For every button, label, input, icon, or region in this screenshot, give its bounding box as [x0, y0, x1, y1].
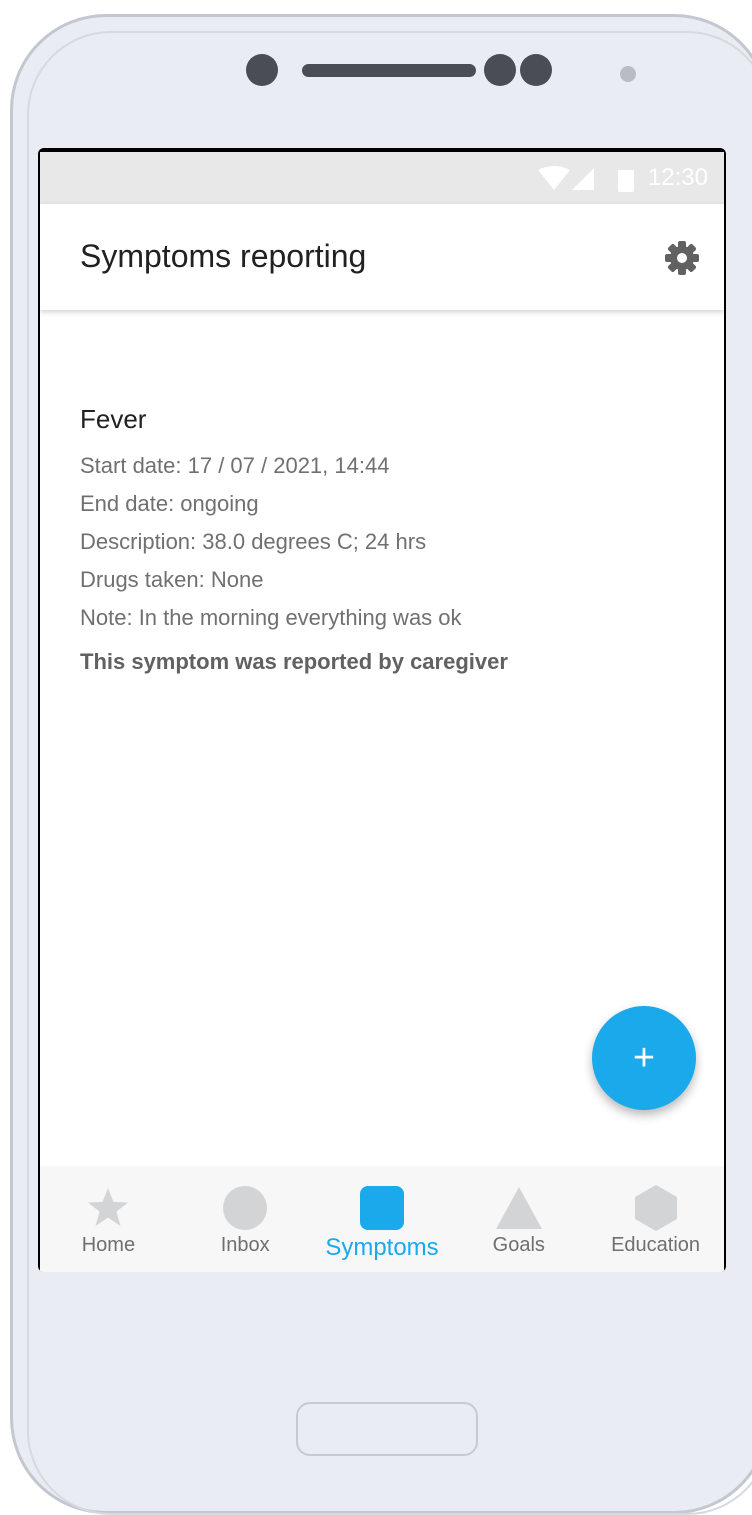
nav-label-home: Home [81, 1234, 136, 1256]
signal-icon [572, 168, 594, 190]
app-content: Symptoms reporting Fever Start date: 17 … [40, 204, 724, 1272]
settings-button[interactable] [662, 240, 702, 276]
symptom-start-date: Start date: 17 / 07 / 2021, 14:44 [80, 453, 390, 478]
symptom-note: Note: In the morning everything was ok [80, 605, 462, 630]
nav-item-inbox[interactable]: Inbox [177, 1166, 314, 1272]
battery-icon [618, 170, 634, 192]
front-sensor-right [520, 54, 552, 86]
status-time: 12:30 [647, 164, 708, 191]
nav-label-symptoms: Symptoms [325, 1234, 439, 1261]
front-camera [246, 54, 278, 86]
status-icons [538, 166, 634, 192]
hardware-home-button[interactable] [296, 1402, 478, 1456]
symptom-name: Fever [80, 404, 147, 434]
nav-item-symptoms[interactable]: Symptoms [314, 1166, 451, 1272]
wifi-icon [538, 166, 570, 190]
front-sensor-left [484, 54, 516, 86]
gear-icon [665, 241, 699, 275]
nav-item-education[interactable]: Education [587, 1166, 724, 1272]
symptom-card[interactable]: Fever Start date: 17 / 07 / 2021, 14:44 … [80, 404, 700, 675]
reported-by-text: This symptom was reported by caregiver [80, 649, 508, 674]
status-bar: 12:30 [40, 152, 724, 204]
plus-icon: + [632, 1037, 656, 1079]
add-symptom-button[interactable]: + [592, 1006, 696, 1110]
phone-screen: 12:30 Symptoms reporting Fever Start dat… [38, 148, 726, 1272]
nav-label-education: Education [611, 1234, 701, 1256]
nav-label-inbox: Inbox [220, 1234, 270, 1256]
star-icon [84, 1184, 132, 1232]
speaker-grille [302, 64, 476, 77]
page-title: Symptoms reporting [80, 238, 367, 274]
symptom-end-date: End date: ongoing [80, 491, 259, 516]
circle-icon [221, 1184, 269, 1232]
nav-item-home[interactable]: Home [40, 1166, 177, 1272]
nav-label-goals: Goals [492, 1234, 545, 1256]
square-icon [358, 1184, 406, 1232]
nav-item-goals[interactable]: Goals [450, 1166, 587, 1272]
hexagon-icon [632, 1184, 680, 1232]
bottom-navigation: Home Inbox Symptoms Goals Education [40, 1166, 724, 1272]
symptom-description: Description: 38.0 degrees C; 24 hrs [80, 529, 427, 554]
proximity-sensor [620, 66, 636, 82]
app-bar: Symptoms reporting [40, 204, 724, 310]
symptom-drugs: Drugs taken: None [80, 567, 264, 592]
triangle-icon [495, 1184, 543, 1232]
